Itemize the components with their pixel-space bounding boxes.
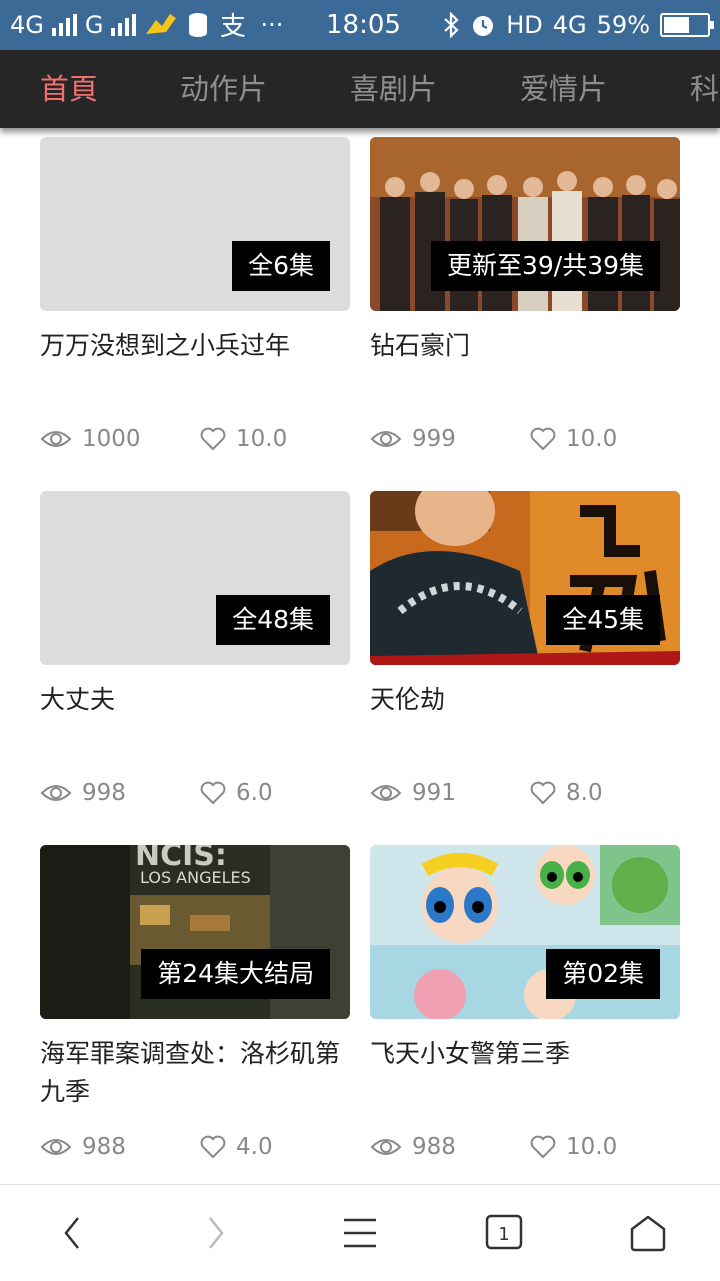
heart-icon <box>530 1135 556 1159</box>
video-stats: 999 10.0 <box>370 419 680 459</box>
menu-icon <box>344 1218 376 1248</box>
status-left: 4G G 支 ··· <box>10 0 283 50</box>
rating-score: 4.0 <box>236 1134 273 1160</box>
video-card[interactable]: 全6集 万万没想到之小兵过年 1000 10.0 <box>40 137 350 452</box>
tab-scifi[interactable]: 科 <box>690 50 719 128</box>
heart-icon <box>530 427 556 451</box>
video-title[interactable]: 海军罪案调查处：洛杉矶第九季 <box>40 1035 350 1135</box>
bluetooth-icon <box>444 12 459 38</box>
tabs-icon: 1 <box>485 1214 523 1250</box>
heart-icon <box>200 427 226 451</box>
category-tabs: 首頁 动作片 喜剧片 爱情片 科 <box>0 50 720 128</box>
episode-badge: 全48集 <box>216 595 330 645</box>
episode-badge: 全6集 <box>232 241 330 291</box>
video-card[interactable]: NCIS: LOS ANGELES 第24集大结局 海军罪案调查处：洛杉矶第九季… <box>40 845 350 1160</box>
eye-icon <box>370 1139 402 1155</box>
video-thumbnail[interactable]: NCIS: LOS ANGELES 第24集大结局 <box>40 845 350 1019</box>
app-notification-icon <box>146 14 177 34</box>
video-title[interactable]: 万万没想到之小兵过年 <box>40 327 350 427</box>
rating-score: 10.0 <box>236 426 288 452</box>
network-type-right: 4G <box>552 11 587 39</box>
rating-score: 10.0 <box>566 426 618 452</box>
home-button[interactable] <box>608 1185 688 1281</box>
eye-icon <box>40 1139 72 1155</box>
view-count: 999 <box>412 426 456 452</box>
video-title[interactable]: 大丈夫 <box>40 681 350 781</box>
tab-romance[interactable]: 爱情片 <box>520 50 607 128</box>
chevron-left-icon <box>64 1217 79 1249</box>
video-stats: 998 6.0 <box>40 773 350 813</box>
status-bar: 4G G 支 ··· 18:05 HD 4G 59% <box>0 0 720 50</box>
video-stats: 991 8.0 <box>370 773 680 813</box>
rating-score: 10.0 <box>566 1134 618 1160</box>
status-time: 18:05 <box>326 10 401 40</box>
video-thumbnail[interactable]: 更新至39/共39集 <box>370 137 680 311</box>
tab-home[interactable]: 首頁 <box>40 50 98 128</box>
rating-score: 8.0 <box>566 780 603 806</box>
episode-badge: 第24集大结局 <box>141 949 330 999</box>
video-card[interactable]: 全48集 大丈夫 998 6.0 <box>40 491 350 806</box>
episode-badge: 第02集 <box>546 949 660 999</box>
video-card[interactable]: 全45集 天伦劫 991 8.0 <box>370 491 680 806</box>
signal-icon <box>51 14 77 36</box>
storage-warning-icon <box>189 13 208 37</box>
video-thumbnail[interactable]: 全45集 <box>370 491 680 665</box>
battery-icon <box>660 13 714 37</box>
heart-icon <box>200 781 226 805</box>
more-notifications-icon: ··· <box>260 11 284 39</box>
browser-bottom-bar: 1 <box>0 1184 720 1280</box>
heart-icon <box>530 781 556 805</box>
view-count: 988 <box>412 1134 456 1160</box>
video-stats: 988 4.0 <box>40 1127 350 1167</box>
signal-icon-2 <box>111 14 137 36</box>
network-type-label-2: G <box>84 11 104 39</box>
episode-badge: 全45集 <box>546 595 660 645</box>
video-stats: 1000 10.0 <box>40 419 350 459</box>
video-thumbnail[interactable]: 全48集 <box>40 491 350 665</box>
eye-icon <box>40 785 72 801</box>
chevron-right-icon <box>209 1217 224 1249</box>
network-type-label: 4G <box>10 11 44 39</box>
video-grid: 全6集 万万没想到之小兵过年 1000 10.0 更新至39/共39集 钻石豪门… <box>0 128 720 1184</box>
back-button[interactable] <box>32 1185 112 1281</box>
tab-count: 1 <box>498 1224 509 1245</box>
video-title[interactable]: 飞天小女警第三季 <box>370 1035 680 1135</box>
view-count: 988 <box>82 1134 126 1160</box>
status-right: HD 4G 59% <box>442 0 714 50</box>
view-count: 991 <box>412 780 456 806</box>
tab-comedy[interactable]: 喜剧片 <box>350 50 437 128</box>
menu-button[interactable] <box>320 1185 400 1281</box>
video-card[interactable]: 更新至39/共39集 钻石豪门 999 10.0 <box>370 137 680 452</box>
video-stats: 988 10.0 <box>370 1127 680 1167</box>
episode-badge: 更新至39/共39集 <box>430 241 660 291</box>
alarm-icon <box>473 16 494 36</box>
eye-icon <box>40 431 72 447</box>
home-icon <box>630 1215 666 1252</box>
video-thumbnail[interactable]: 第02集 <box>370 845 680 1019</box>
view-count: 998 <box>82 780 126 806</box>
tabs-button[interactable]: 1 <box>464 1185 544 1281</box>
view-count: 1000 <box>82 426 141 452</box>
hd-label: HD <box>506 11 543 39</box>
svg-text:支: 支 <box>220 12 246 40</box>
video-title[interactable]: 天伦劫 <box>370 681 680 781</box>
forward-button[interactable] <box>176 1185 256 1281</box>
video-thumbnail[interactable]: 全6集 <box>40 137 350 311</box>
eye-icon <box>370 785 402 801</box>
heart-icon <box>200 1135 226 1159</box>
alipay-icon: 支 <box>220 12 246 40</box>
battery-percent: 59% <box>596 11 650 39</box>
video-card[interactable]: 第02集 飞天小女警第三季 988 10.0 <box>370 845 680 1160</box>
video-title[interactable]: 钻石豪门 <box>370 327 680 427</box>
tab-action[interactable]: 动作片 <box>180 50 267 128</box>
rating-score: 6.0 <box>236 780 273 806</box>
ncis-subtitle-text: LOS ANGELES <box>140 868 251 887</box>
eye-icon <box>370 431 402 447</box>
